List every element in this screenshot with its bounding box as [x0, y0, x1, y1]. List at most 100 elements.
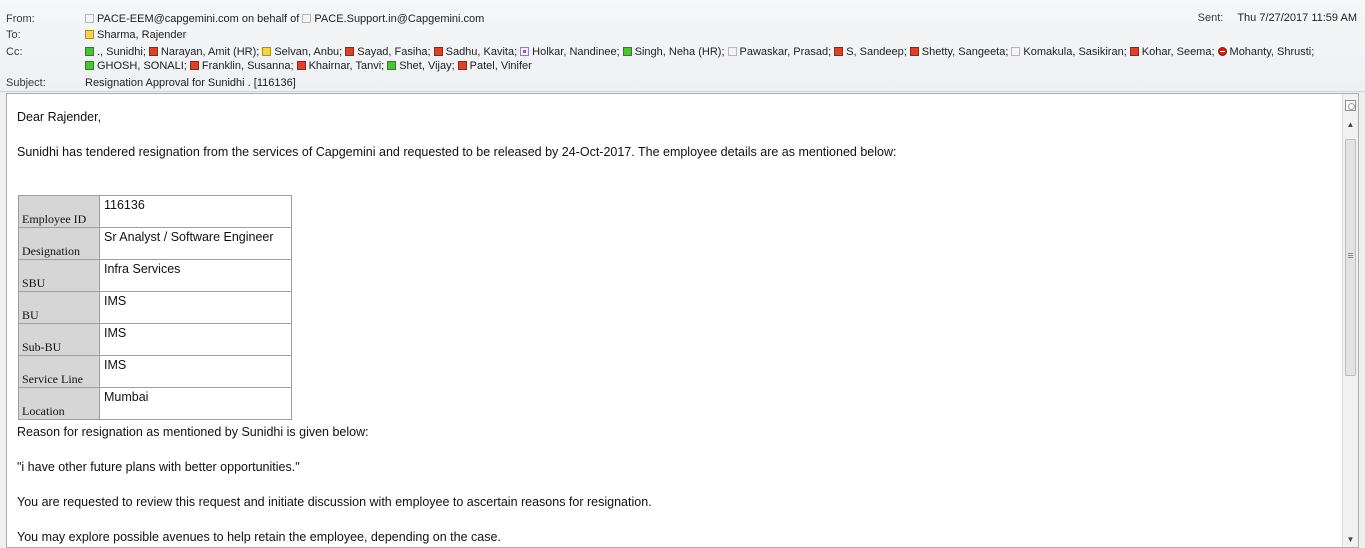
cc-recipient-name: Pawaskar, Prasad; — [739, 46, 832, 58]
presence-available-icon — [387, 61, 397, 70]
cc-recipient[interactable]: S, Sandeep; — [834, 46, 907, 58]
details-value: Infra Services — [99, 259, 292, 292]
cc-recipient-name: Holkar, Nandinee; — [532, 46, 620, 58]
cc-recipient[interactable]: Komakula, Sasikiran; — [1011, 46, 1127, 58]
cc-recipient-name: Komakula, Sasikiran; — [1023, 46, 1127, 58]
to-label: To: — [6, 29, 21, 41]
vertical-scrollbar[interactable]: ▲ ▼ — [1342, 94, 1358, 547]
reason-text: "i have other future plans with better o… — [17, 460, 300, 474]
cc-recipient[interactable]: Holkar, Nandinee; — [520, 46, 620, 58]
cc-recipient[interactable]: Khairnar, Tanvi; — [296, 60, 385, 72]
presence-available-icon — [85, 47, 94, 56]
to-value: Sharma, Rajender — [85, 28, 186, 42]
details-row: BU IMS — [18, 291, 292, 324]
cc-recipient[interactable]: Singh, Neha (HR); — [622, 46, 725, 58]
from-mailbox[interactable]: PACE.Support.in@Capgemini.com — [314, 13, 484, 25]
from-label: From: — [6, 13, 35, 25]
message-body[interactable]: Dear Rajender, Sunidhi has tendered resi… — [6, 93, 1359, 548]
details-label: Location — [18, 387, 100, 420]
from-value: PACE-EEM@capgemini.com on behalf of PACE… — [85, 12, 484, 26]
cc-recipient-name: Singh, Neha (HR); — [634, 46, 725, 58]
request-text: You are requested to review this request… — [17, 495, 652, 509]
cc-recipient-name: Mohanty, Shrusti; — [1229, 46, 1315, 58]
cc-recipient[interactable]: Pawaskar, Prasad; — [727, 46, 832, 58]
employee-details-table: Employee ID 116136 Designation Sr Analyst /… — [18, 195, 292, 420]
details-label: Designation — [18, 227, 100, 260]
cc-recipient-name: Franklin, Susanna; — [201, 60, 294, 72]
details-value: Mumbai — [99, 387, 292, 420]
presence-busy-icon — [296, 61, 306, 70]
from-sender[interactable]: PACE-EEM@capgemini.com — [97, 13, 239, 25]
presence-busy-icon — [433, 47, 443, 56]
details-row: Service Line IMS — [18, 355, 292, 388]
cc-recipient[interactable]: Shetty, Sangeeta; — [909, 46, 1009, 58]
from-behalf-text: on behalf of — [241, 13, 300, 25]
cc-recipient[interactable]: Selvan, Anbu; — [262, 46, 342, 58]
details-row: Sub-BU IMS — [18, 323, 292, 356]
cc-recipient[interactable]: Sadhu, Kavita; — [433, 46, 517, 58]
presence-unknown-icon — [727, 47, 737, 56]
cc-recipient-name: Sayad, Fasiha; — [357, 46, 431, 58]
details-value: IMS — [99, 355, 292, 388]
cc-line-2: GHOSH, SONALI; Franklin, Susanna; Khairnar… — [85, 59, 535, 73]
cc-recipient[interactable]: Kohar, Seema; — [1129, 46, 1215, 58]
presence-unknown-icon — [85, 14, 94, 23]
details-value: IMS — [99, 323, 292, 356]
presence-busy-icon — [345, 47, 355, 56]
presence-away-icon — [262, 47, 272, 56]
zoom-icon[interactable] — [1345, 100, 1356, 111]
cc-recipient-name: Shetty, Sangeeta; — [921, 46, 1009, 58]
grip-line — [1348, 253, 1353, 254]
to-recipient[interactable]: Sharma, Rajender — [97, 29, 186, 41]
details-label: BU — [18, 291, 100, 324]
details-label: SBU — [18, 259, 100, 292]
cc-recipient[interactable]: GHOSH, SONALI; — [85, 60, 187, 72]
intro-text: Sunidhi has tendered resignation from th… — [17, 145, 897, 159]
cc-recipient-name: Patel, Vinifer — [469, 60, 532, 72]
subject-value: Resignation Approval for Sunidhi . [1161… — [85, 77, 296, 89]
cc-recipient-name: S, Sandeep; — [846, 46, 907, 58]
cc-recipient-name: Shet, Vijay; — [399, 60, 455, 72]
details-value: 116136 — [99, 195, 292, 228]
details-row: Designation Sr Analyst / Software Enginee… — [18, 227, 292, 260]
details-value: IMS — [99, 291, 292, 324]
presence-available-icon — [85, 61, 94, 70]
cc-recipient[interactable]: ., Sunidhi; — [85, 46, 146, 58]
cc-recipient-name: ., Sunidhi; — [97, 46, 146, 58]
message-header: From: PACE-EEM@capgemini.com on behalf o… — [0, 0, 1365, 92]
cc-recipient-name: Kohar, Seema; — [1141, 46, 1215, 58]
subject-label: Subject: — [6, 77, 46, 89]
greeting-text: Dear Rajender, — [17, 110, 102, 124]
reason-intro-text: Reason for resignation as mentioned by S… — [17, 425, 369, 439]
cc-recipient[interactable]: Franklin, Susanna; — [189, 60, 294, 72]
cc-recipient-name: Khairnar, Tanvi; — [308, 60, 385, 72]
cc-recipient[interactable]: Narayan, Amit (HR); — [148, 46, 260, 58]
cc-line-1: ., Sunidhi; Narayan, Amit (HR); Selvan, An… — [85, 45, 1317, 59]
cc-recipient[interactable]: Mohanty, Shrusti; — [1217, 46, 1315, 58]
presence-unknown-icon — [302, 14, 312, 23]
grip-line — [1348, 255, 1353, 256]
sent-value: Thu 7/27/2017 11:59 AM — [1237, 12, 1357, 24]
details-row: Employee ID 116136 — [18, 195, 292, 228]
presence-busy-icon — [1129, 47, 1139, 56]
scrollbar-thumb[interactable] — [1345, 139, 1356, 376]
details-row: SBU Infra Services — [18, 259, 292, 292]
presence-away-icon — [85, 30, 94, 39]
scroll-down-arrow-icon[interactable]: ▼ — [1344, 533, 1357, 546]
cc-recipient-name: Narayan, Amit (HR); — [160, 46, 260, 58]
cc-recipient-name: Selvan, Anbu; — [274, 46, 343, 58]
presence-busy-icon — [834, 47, 844, 56]
sent-info: Sent: Thu 7/27/2017 11:59 AM — [1198, 12, 1357, 24]
scroll-up-arrow-icon[interactable]: ▲ — [1344, 118, 1357, 131]
cc-recipient-name: GHOSH, SONALI; — [97, 60, 187, 72]
details-label: Sub-BU — [18, 323, 100, 356]
cc-recipient[interactable]: Shet, Vijay; — [387, 60, 455, 72]
presence-busy-icon — [909, 47, 919, 56]
presence-busy-icon — [189, 61, 199, 70]
explore-text: You may explore possible avenues to help… — [17, 530, 501, 544]
cc-recipient[interactable]: Patel, Vinifer — [457, 60, 532, 72]
cc-recipient[interactable]: Sayad, Fasiha; — [345, 46, 431, 58]
grip-line — [1348, 257, 1353, 258]
presence-available-icon — [622, 47, 632, 56]
presence-busy-icon — [148, 47, 158, 56]
